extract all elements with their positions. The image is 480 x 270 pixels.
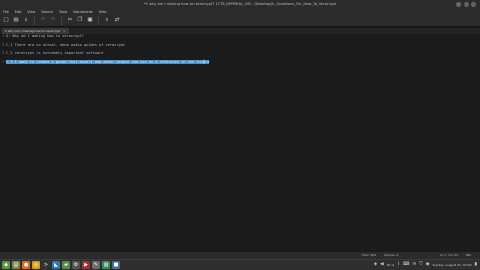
menu-search[interactable]: Search bbox=[41, 10, 53, 14]
text-editor[interactable]: 1 Q: Why am I making how to veracrypt? 3C… bbox=[0, 34, 480, 252]
volume-icon[interactable]: ◀ bbox=[380, 262, 383, 268]
editor-line-selected: 7 C_3 I want to create a guide that mysel… bbox=[2, 60, 210, 65]
taskbar-apps: ◆ ▤ ● ◎ > ◣ ▰ ⚙ ▶ ✎ ▨ ■ bbox=[2, 261, 120, 269]
toolbar-separator bbox=[61, 16, 62, 25]
keyboard-icon[interactable]: ⌨ bbox=[403, 262, 410, 268]
line-text: Q: Why am I making how to veracrypt? bbox=[6, 34, 84, 38]
menu-icon[interactable]: ◆ bbox=[2, 261, 10, 269]
app-icon[interactable]: ■ bbox=[112, 261, 120, 269]
redo-icon[interactable]: ↷ bbox=[49, 17, 57, 25]
save-icon[interactable]: ⭳ bbox=[22, 17, 30, 25]
folder-icon[interactable]: ▰ bbox=[62, 261, 70, 269]
mouse-cursor-icon: I bbox=[203, 59, 205, 66]
line-text: C_2 veracrypt is extremely important sof… bbox=[6, 51, 104, 55]
editor-line: 3 C_1 There are no actual, deep audio gui… bbox=[2, 43, 125, 48]
notification-icon[interactable]: ✉ bbox=[412, 262, 416, 268]
title-bar: *1 why am i making how to retarcrypt? 17… bbox=[0, 0, 480, 8]
cursor-position: Ln 7, Col 94 bbox=[440, 253, 458, 257]
new-document-icon[interactable]: ▢ bbox=[2, 17, 10, 25]
window-title: *1 why am i making how to retarcrypt? 17… bbox=[143, 2, 337, 6]
menu-documents[interactable]: Documents bbox=[73, 10, 92, 14]
editor-icon[interactable]: ✎ bbox=[92, 261, 100, 269]
line-text: C_1 There are no actual, deep audio guid… bbox=[6, 43, 125, 47]
chrome-icon[interactable]: ◎ bbox=[32, 261, 40, 269]
editor-line: 1 Q: Why am I making how to veracrypt? bbox=[2, 34, 84, 39]
tab-width[interactable]: Spaces: 4 bbox=[384, 252, 399, 259]
search-icon[interactable]: ⌕ bbox=[103, 17, 111, 25]
show-desktop-icon[interactable]: ▮ bbox=[475, 262, 477, 268]
editor-line: 5 C_2 veracrypt is extremely important so… bbox=[2, 51, 103, 56]
tab-label: 1 why am i making how to veracrypt bbox=[5, 29, 61, 33]
menu-help[interactable]: Help bbox=[99, 10, 107, 14]
menu-tools[interactable]: Tools bbox=[59, 10, 67, 14]
toolbar-separator bbox=[34, 16, 35, 25]
wifi-icon[interactable]: ◉ bbox=[426, 262, 430, 268]
copy-icon[interactable]: ❐ bbox=[76, 17, 84, 25]
network-icon[interactable]: ◈ bbox=[374, 262, 377, 268]
clock[interactable]: Sunday, August 21, 04:20 bbox=[433, 263, 472, 267]
menu-bar: File Edit View Search Tools Documents He… bbox=[0, 8, 480, 15]
battery-level[interactable]: 90 % bbox=[387, 263, 395, 267]
shield-icon[interactable]: ⛉ bbox=[419, 262, 422, 268]
toolbar-separator bbox=[98, 16, 99, 25]
undo-icon[interactable]: ↶ bbox=[39, 17, 47, 25]
bluetooth-icon[interactable]: ᛒ bbox=[397, 262, 400, 268]
menu-file[interactable]: File bbox=[3, 10, 9, 14]
paste-icon[interactable]: ▣ bbox=[86, 17, 94, 25]
toolbar: ▢ ▤ ⭳ ↶ ↷ ✂ ❐ ▣ ⌕ ⇄ bbox=[0, 15, 480, 27]
files-icon[interactable]: ▤ bbox=[12, 261, 20, 269]
terminal-icon[interactable]: > bbox=[42, 261, 50, 269]
maximize-button[interactable]: □ bbox=[463, 1, 469, 7]
selected-text: C_3 I want to create a guide that myself… bbox=[6, 60, 210, 64]
close-button[interactable]: × bbox=[471, 1, 476, 7]
syntax-mode[interactable]: Plain Text bbox=[362, 252, 376, 259]
taskbar: ◆ ▤ ● ◎ > ◣ ▰ ⚙ ▶ ✎ ▨ ■ ◈ ◀ 90 % ᛒ ⌨ ✉ ⛉ ◉ Sunday, … bbox=[0, 259, 480, 270]
insert-mode: INS bbox=[466, 253, 472, 257]
cut-icon[interactable]: ✂ bbox=[66, 17, 74, 25]
system-tray: ◈ ◀ 90 % ᛒ ⌨ ✉ ⛉ ◉ Sunday, August 21, 04… bbox=[374, 260, 477, 270]
vscode-icon[interactable]: ◣ bbox=[52, 261, 60, 269]
minimize-button[interactable]: – bbox=[456, 1, 461, 7]
menu-view[interactable]: View bbox=[27, 10, 35, 14]
status-bar: Plain Text Spaces: 4 Ln 7, Col 94 INS bbox=[0, 252, 480, 259]
firefox-icon[interactable]: ● bbox=[22, 261, 30, 269]
image-icon[interactable]: ▨ bbox=[102, 261, 110, 269]
open-icon[interactable]: ▤ bbox=[12, 17, 20, 25]
gear-icon[interactable]: ⚙ bbox=[72, 261, 80, 269]
menu-edit[interactable]: Edit bbox=[15, 10, 22, 14]
media-icon[interactable]: ▶ bbox=[82, 261, 90, 269]
window-controls: – □ × bbox=[456, 1, 476, 7]
tab-close-icon[interactable]: × bbox=[63, 29, 66, 33]
replace-icon[interactable]: ⇄ bbox=[113, 17, 121, 25]
